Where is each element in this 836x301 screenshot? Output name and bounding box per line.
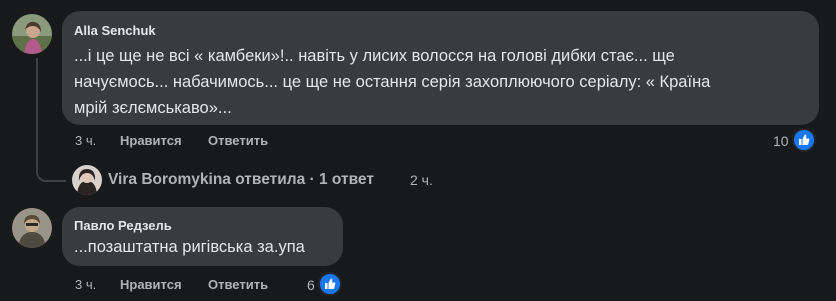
comment-text-line: ...позаштатна ригівська за.упа [74,238,305,256]
avatar-vira-boromykina [72,165,102,195]
reply-button[interactable]: Ответить [208,133,268,148]
replies-summary[interactable]: Vira Boromykina ответила · 1 ответ [108,171,374,189]
like-count: 6 [307,277,315,293]
comment-author[interactable]: Alla Senchuk [74,23,156,38]
avatar-alla-senchuk[interactable] [12,14,52,54]
comment-text: ...позаштатна ригівська за.упа [74,234,305,260]
comment-text-line: мрій зєлємськаво»... [74,99,232,117]
like-button[interactable]: Нравится [120,277,182,292]
like-button[interactable]: Нравится [120,133,182,148]
thumbs-up-icon [792,128,816,152]
comment-bubble: Alla Senchuk ...і це ще не всі « камбеки… [62,11,819,125]
comment-timestamp[interactable]: 3 ч. [75,133,96,148]
comment-author[interactable]: Павло Редзель [74,218,172,233]
like-count: 10 [773,133,789,149]
comment-text: ...і це ще не всі « камбеки»!.. навіть у… [74,43,710,121]
thumbs-up-icon [318,272,342,296]
comment-text-line: ...і це ще не всі « камбеки»!.. навіть у… [74,47,675,65]
reply-button[interactable]: Ответить [208,277,268,292]
comment-timestamp[interactable]: 3 ч. [75,277,96,292]
replies-timestamp: 2 ч. [410,172,433,188]
reply-thread-connector [36,58,66,182]
avatar-pavlo-redzel[interactable] [12,208,52,248]
comment-bubble: Павло Редзель ...позаштатна ригівська за… [62,207,343,266]
comment-text-line: начуємось... набачимось... це ще не оста… [74,73,711,91]
